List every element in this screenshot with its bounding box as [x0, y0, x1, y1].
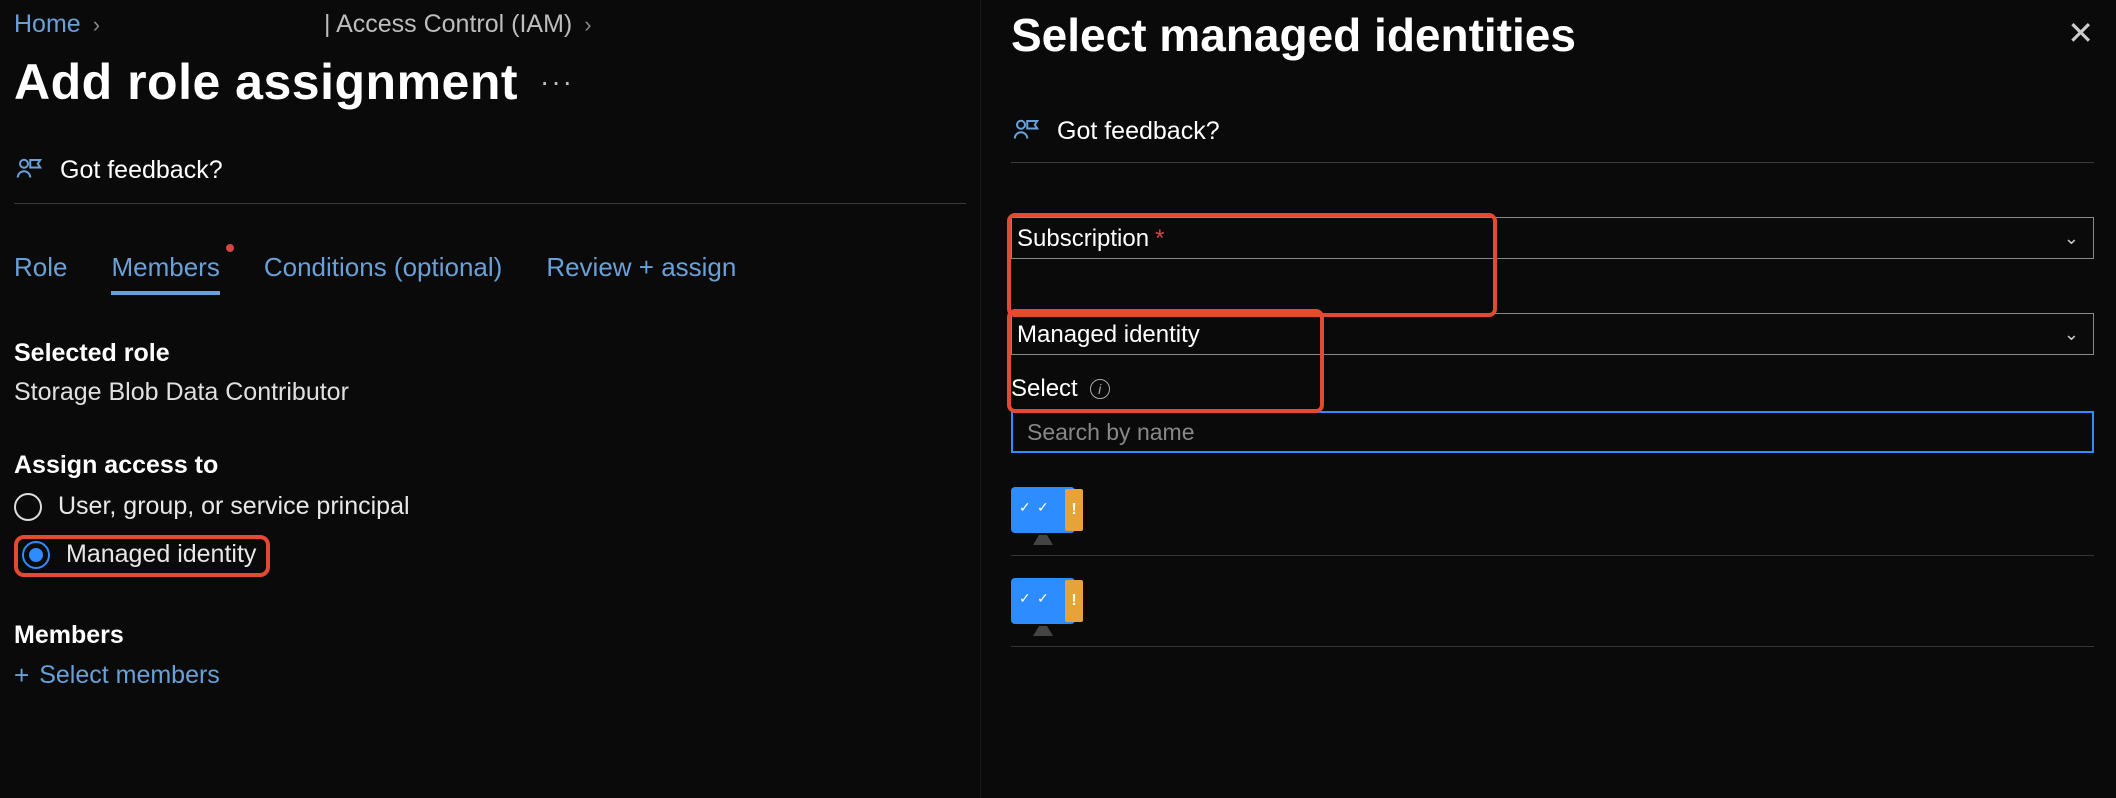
selected-role-label: Selected role — [14, 339, 966, 368]
feedback-icon — [14, 155, 44, 185]
chevron-right-icon: › — [93, 12, 100, 38]
feedback-icon — [1011, 116, 1041, 146]
page-title: Add role assignment — [14, 53, 518, 111]
more-menu-button[interactable]: ··· — [540, 66, 574, 98]
tab-indicator-dot-icon — [226, 244, 234, 252]
managed-identity-label: Managed identity — [1017, 321, 1200, 349]
managed-identity-icon: ✓ ✓ ! — [1011, 487, 1083, 545]
tabs: Role Members Conditions (optional) Revie… — [14, 252, 966, 295]
chevron-down-icon: ⌄ — [2064, 324, 2079, 345]
list-item[interactable]: ✓ ✓ ! — [1011, 483, 2094, 556]
managed-identity-icon: ✓ ✓ ! — [1011, 578, 1083, 636]
tab-review-assign[interactable]: Review + assign — [546, 252, 736, 291]
select-label: Select — [1011, 375, 1078, 403]
info-icon[interactable]: i — [1090, 379, 1110, 399]
subscription-dropdown[interactable]: ⌄ — [1011, 217, 2094, 259]
chevron-right-icon: › — [584, 12, 591, 38]
members-label: Members — [14, 621, 966, 650]
radio-user-group-sp[interactable]: User, group, or service principal — [14, 492, 966, 521]
list-item-label — [1101, 593, 2094, 621]
assign-access-label: Assign access to — [14, 451, 966, 480]
feedback-link[interactable]: Got feedback? — [60, 156, 223, 185]
select-managed-identities-panel: Select managed identities ✕ Got feedback… — [980, 0, 2116, 798]
subscription-label: Subscription* — [1017, 225, 1164, 253]
panel-feedback-link[interactable]: Got feedback? — [1057, 117, 1220, 146]
breadcrumb-home[interactable]: Home — [14, 10, 81, 39]
select-members-label: Select members — [39, 661, 220, 690]
close-icon[interactable]: ✕ — [2067, 14, 2094, 52]
breadcrumb-iam[interactable]: | Access Control (IAM) — [324, 10, 572, 39]
panel-title: Select managed identities — [1011, 8, 1576, 62]
highlight-managed-identity: Managed identity — [14, 535, 270, 577]
radio-icon — [22, 541, 50, 569]
radio-managed-identity[interactable]: Managed identity — [22, 540, 256, 569]
result-list: ✓ ✓ ! ✓ ✓ ! — [1011, 483, 2094, 647]
tab-members-label: Members — [111, 252, 219, 282]
radio-icon — [14, 493, 42, 521]
assign-access-radio-group: User, group, or service principal Manage… — [14, 492, 966, 577]
search-input[interactable] — [1011, 411, 2094, 453]
select-members-link[interactable]: + Select members — [14, 660, 966, 691]
radio-label-user: User, group, or service principal — [58, 492, 410, 521]
plus-icon: + — [14, 660, 29, 691]
tab-members[interactable]: Members — [111, 252, 219, 295]
radio-label-mi: Managed identity — [66, 540, 256, 569]
breadcrumb: Home › | Access Control (IAM) › — [14, 10, 966, 39]
list-item[interactable]: ✓ ✓ ! — [1011, 574, 2094, 647]
selected-role-value: Storage Blob Data Contributor — [14, 378, 966, 407]
tab-role[interactable]: Role — [14, 252, 67, 291]
chevron-down-icon: ⌄ — [2064, 228, 2079, 249]
tab-conditions[interactable]: Conditions (optional) — [264, 252, 502, 291]
list-item-label — [1101, 502, 2094, 530]
